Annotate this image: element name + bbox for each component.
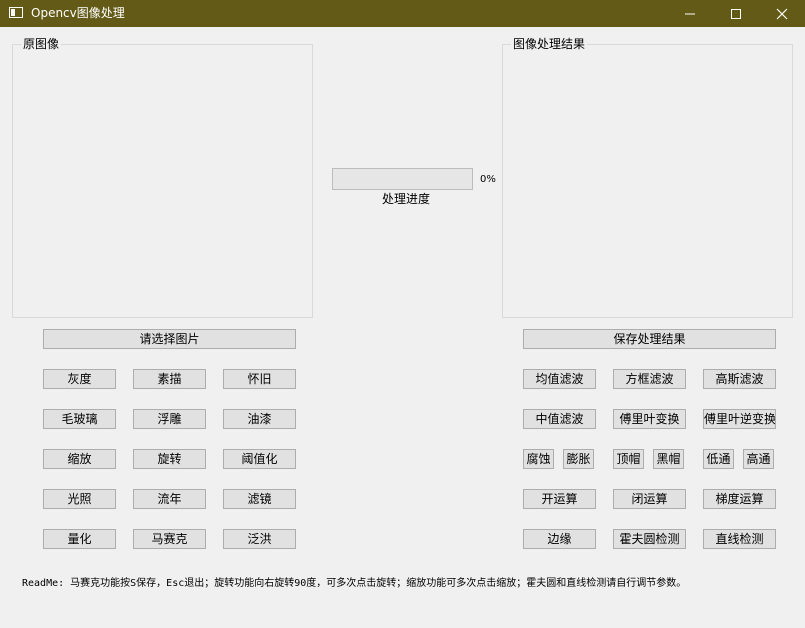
box-filter-button[interactable]: 方框滤波: [613, 369, 686, 389]
title-bar: Opencv图像处理: [0, 0, 805, 27]
nostalgia-button[interactable]: 怀旧: [223, 369, 296, 389]
original-image-label: 原图像: [21, 37, 62, 52]
minimize-icon: [685, 13, 695, 15]
result-image-label: 图像处理结果: [511, 37, 588, 52]
minimize-button[interactable]: [667, 0, 713, 27]
filter-button[interactable]: 滤镜: [223, 489, 296, 509]
threshold-button[interactable]: 阈值化: [223, 449, 296, 469]
lowpass-button[interactable]: 低通: [703, 449, 734, 469]
close-button[interactable]: [759, 0, 805, 27]
edge-button[interactable]: 边缘: [523, 529, 596, 549]
grayscale-button[interactable]: 灰度: [43, 369, 116, 389]
gaussian-filter-button[interactable]: 高斯滤波: [703, 369, 776, 389]
readme-text: ReadMe: 马赛克功能按S保存，Esc退出；旋转功能向右旋转90度，可多次点…: [22, 578, 687, 589]
emboss-button[interactable]: 浮雕: [133, 409, 206, 429]
fleeting-years-button[interactable]: 流年: [133, 489, 206, 509]
scale-button[interactable]: 缩放: [43, 449, 116, 469]
save-result-button[interactable]: 保存处理结果: [523, 329, 776, 349]
dilate-button[interactable]: 膨胀: [563, 449, 594, 469]
line-detect-button[interactable]: 直线检测: [703, 529, 776, 549]
sketch-button[interactable]: 素描: [133, 369, 206, 389]
progress-bar: [332, 168, 473, 190]
erode-button[interactable]: 腐蚀: [523, 449, 554, 469]
progress-label: 处理进度: [382, 192, 431, 206]
lighting-button[interactable]: 光照: [43, 489, 116, 509]
rotate-button[interactable]: 旋转: [133, 449, 206, 469]
window-title: Opencv图像处理: [31, 6, 125, 20]
gradient-button[interactable]: 梯度运算: [703, 489, 776, 509]
progress-percent: 0%: [480, 174, 496, 185]
frosted-glass-button[interactable]: 毛玻璃: [43, 409, 116, 429]
tophat-button[interactable]: 顶帽: [613, 449, 644, 469]
app-icon: [9, 7, 23, 18]
maximize-button[interactable]: [713, 0, 759, 27]
inverse-fourier-button[interactable]: 傅里叶逆变换: [703, 409, 776, 429]
opening-button[interactable]: 开运算: [523, 489, 596, 509]
oil-paint-button[interactable]: 油漆: [223, 409, 296, 429]
blackhat-button[interactable]: 黑帽: [653, 449, 684, 469]
result-image-group: 图像处理结果: [502, 37, 793, 318]
hough-circle-button[interactable]: 霍夫圆检测: [613, 529, 686, 549]
maximize-icon: [731, 9, 741, 19]
closing-button[interactable]: 闭运算: [613, 489, 686, 509]
fourier-transform-button[interactable]: 傅里叶变换: [613, 409, 686, 429]
close-icon: [776, 8, 788, 20]
mosaic-button[interactable]: 马赛克: [133, 529, 206, 549]
select-image-button[interactable]: 请选择图片: [43, 329, 296, 349]
quantize-button[interactable]: 量化: [43, 529, 116, 549]
highpass-button[interactable]: 高通: [743, 449, 774, 469]
original-image-group: 原图像: [12, 37, 313, 318]
flood-fill-button[interactable]: 泛洪: [223, 529, 296, 549]
median-filter-button[interactable]: 中值滤波: [523, 409, 596, 429]
mean-filter-button[interactable]: 均值滤波: [523, 369, 596, 389]
